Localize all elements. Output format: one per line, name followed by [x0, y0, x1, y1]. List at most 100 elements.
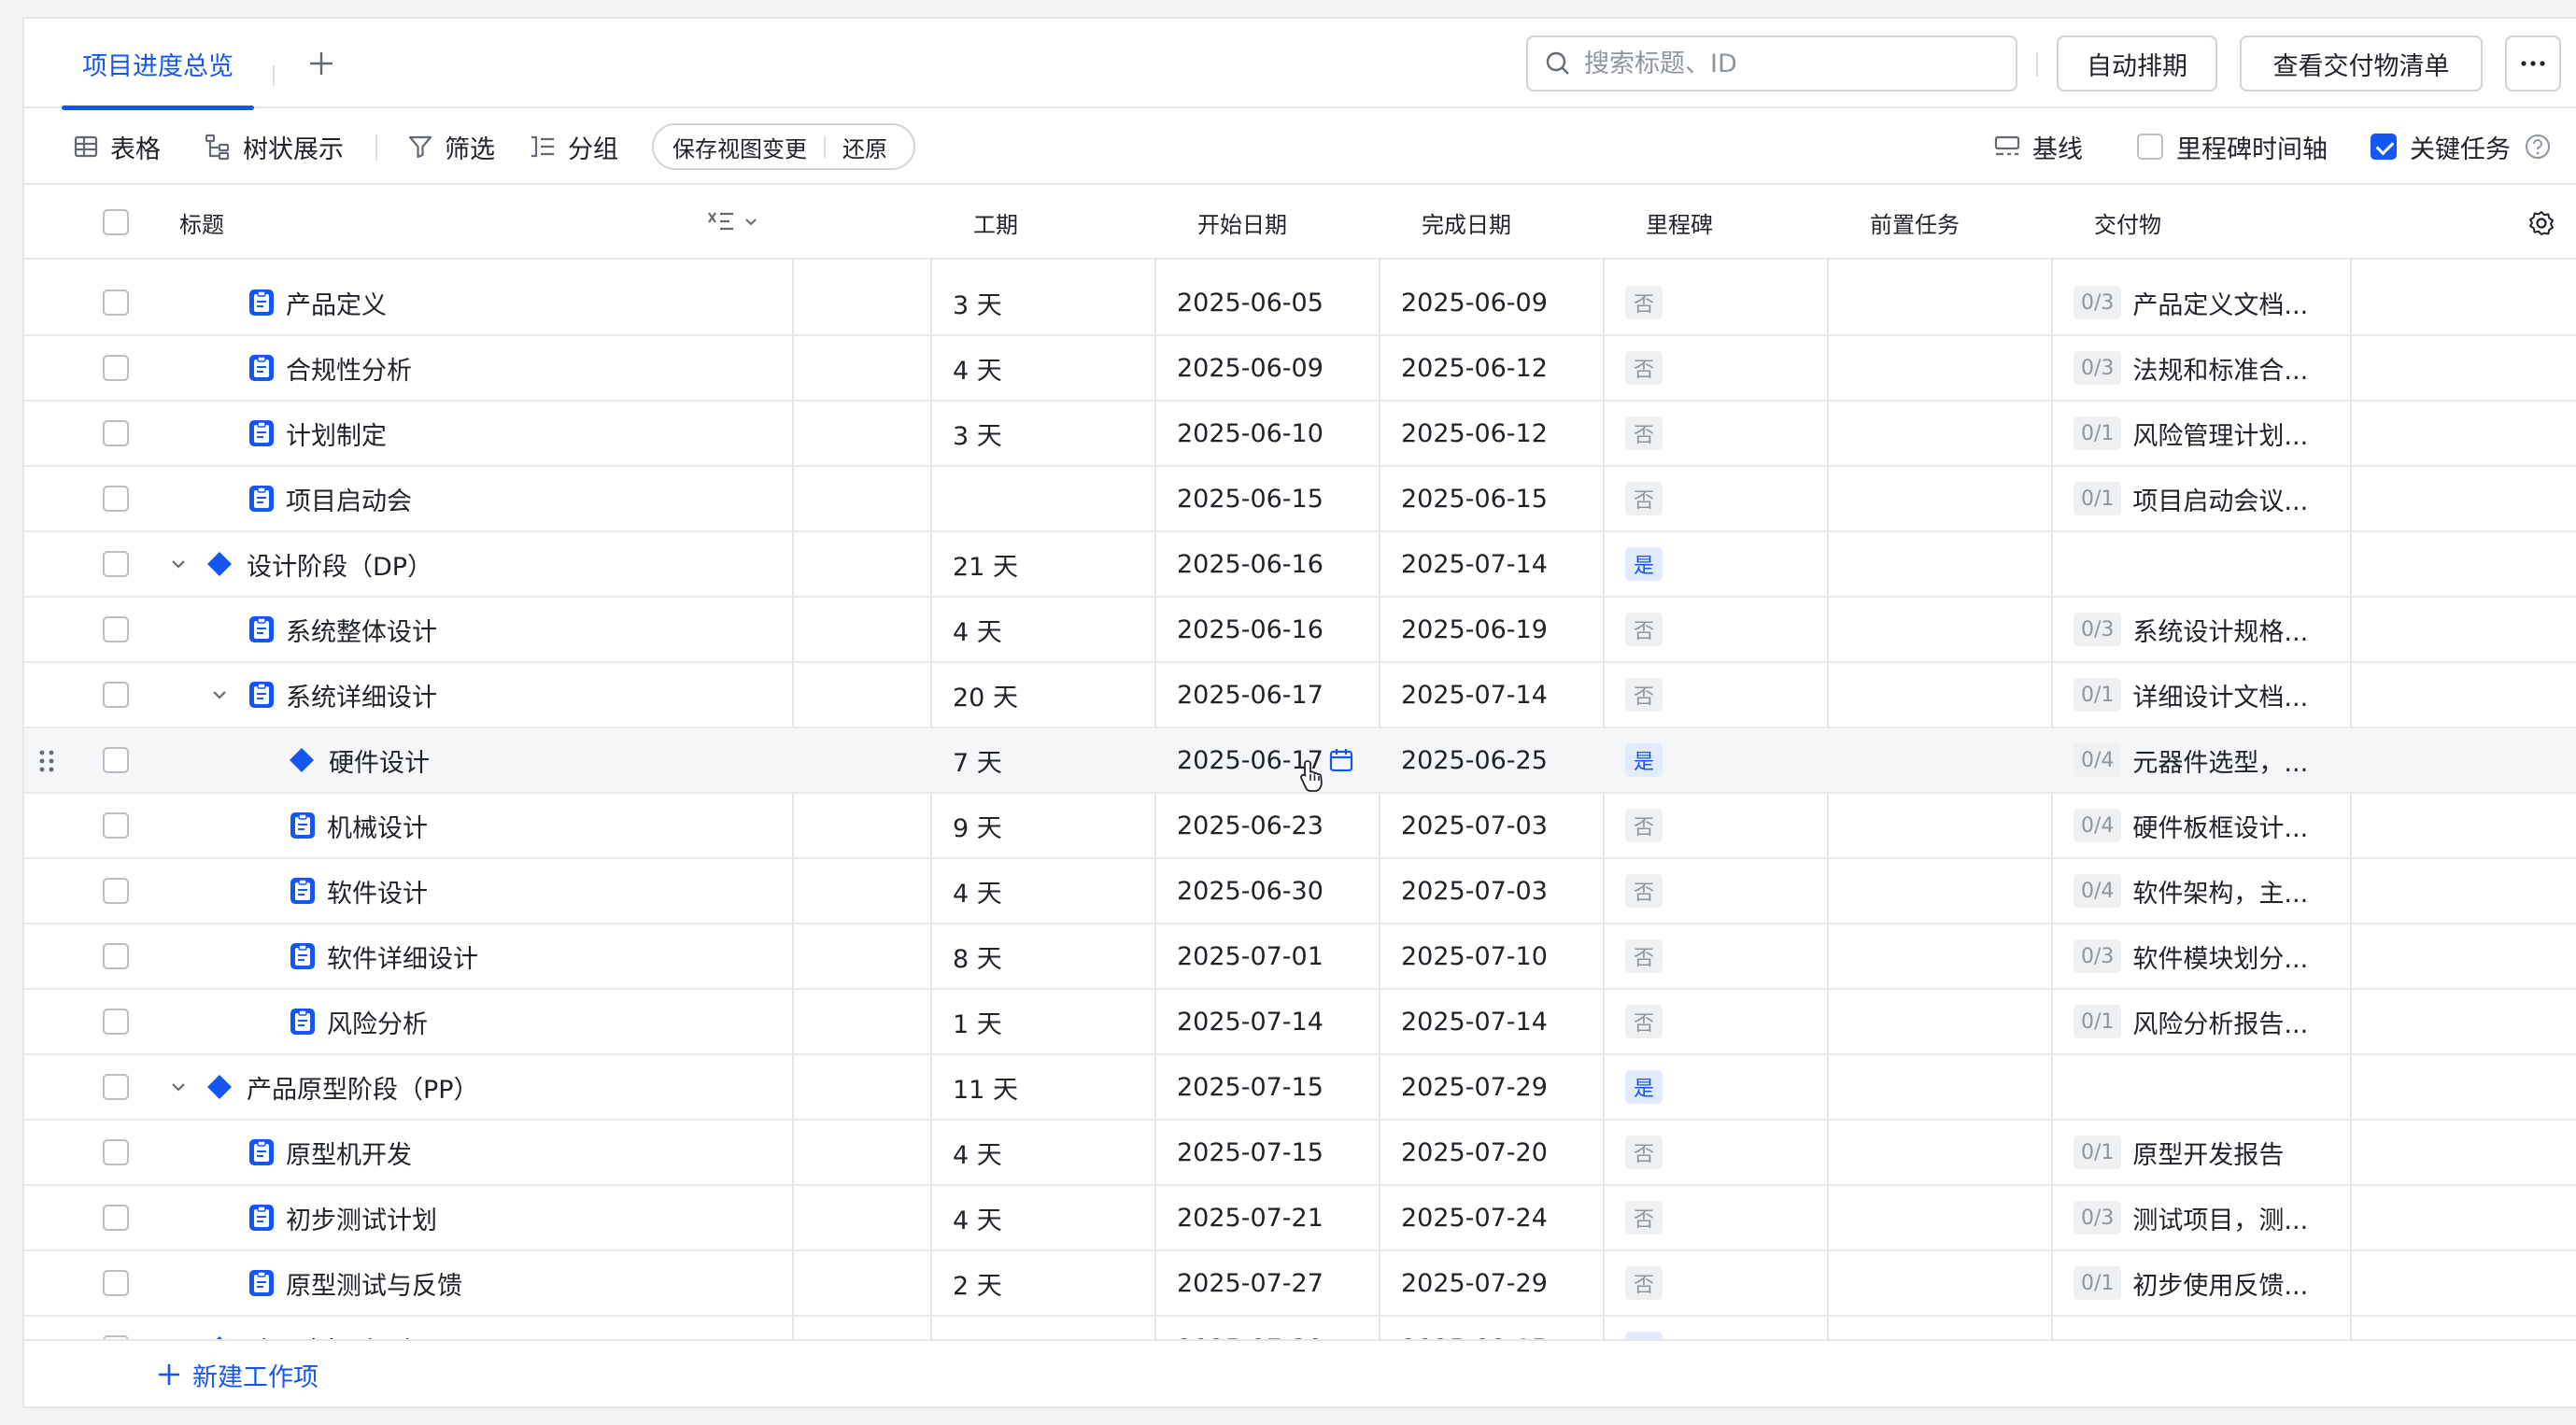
- restore-button[interactable]: 还原: [842, 131, 887, 163]
- task-title[interactable]: 合规性分析: [286, 350, 412, 387]
- task-title[interactable]: 系统整体设计: [286, 612, 437, 648]
- end-date-cell[interactable]: 2025-06-09: [1401, 271, 1597, 334]
- deliverable-cell[interactable]: 0/1 详细设计文档...: [2074, 663, 2344, 727]
- deliverable-cell[interactable]: 0/3 系统设计规格...: [2074, 598, 2344, 661]
- duration-cell[interactable]: 4 天: [953, 859, 1139, 923]
- table-row[interactable]: 合规性分析 4 天 2025-06-09 2025-06-12 否 0/3 法规和标准合..…: [24, 336, 2576, 402]
- start-date-cell[interactable]: 2025-06-17: [1177, 663, 1373, 727]
- end-date-cell[interactable]: 2025-06-12: [1401, 402, 1597, 465]
- end-date-cell[interactable]: 2025-06-12: [1401, 336, 1597, 400]
- row-checkbox[interactable]: [103, 878, 129, 904]
- task-title[interactable]: 产品原型阶段（PP）: [247, 1069, 479, 1106]
- deliverable-cell[interactable]: 0/4 软件架构，主...: [2074, 859, 2344, 923]
- start-date-value[interactable]: 2025-06-16: [1177, 615, 1323, 644]
- end-date-cell[interactable]: 2025-07-29: [1401, 1251, 1597, 1315]
- start-date-value[interactable]: 2025-06-05: [1177, 289, 1323, 317]
- row-checkbox[interactable]: [103, 1270, 129, 1296]
- group-button[interactable]: 分组: [529, 108, 618, 185]
- deliverable-name[interactable]: 初步使用反馈...: [2132, 1265, 2308, 1302]
- tab-project-overview[interactable]: 项目进度总览: [62, 19, 254, 110]
- start-date-cell[interactable]: 2025-06-16: [1177, 598, 1373, 661]
- deliverable-name[interactable]: 详细设计文档...: [2132, 677, 2308, 713]
- column-start-date[interactable]: 开始日期: [1177, 185, 1287, 260]
- search-input[interactable]: [1584, 49, 1995, 78]
- expand-toggle[interactable]: [205, 681, 234, 709]
- end-date-cell[interactable]: 2025-07-14: [1401, 990, 1597, 1053]
- add-tab-button[interactable]: [303, 45, 340, 82]
- deliverable-cell[interactable]: 0/1 项目启动会议...: [2074, 467, 2344, 530]
- start-date-cell[interactable]: 2025-06-16: [1177, 532, 1373, 596]
- deliverable-name[interactable]: 系统设计规格...: [2132, 612, 2308, 648]
- sort-button[interactable]: [706, 207, 758, 235]
- start-date-cell[interactable]: 2025-07-15: [1177, 1121, 1373, 1184]
- column-end-date[interactable]: 完成日期: [1401, 185, 1511, 260]
- duration-cell[interactable]: 4 天: [953, 598, 1139, 661]
- row-checkbox[interactable]: [103, 1074, 129, 1100]
- start-date-value[interactable]: 2025-07-15: [1177, 1073, 1323, 1102]
- duration-cell[interactable]: 21 天: [953, 532, 1139, 596]
- row-checkbox[interactable]: [103, 355, 129, 381]
- view-deliverables-button[interactable]: 查看交付物清单: [2240, 35, 2483, 92]
- milestone-cell[interactable]: 否: [1625, 1186, 1812, 1249]
- predecessor-cell[interactable]: [1849, 271, 2036, 334]
- end-date-cell[interactable]: 2025-07-14: [1401, 532, 1597, 596]
- milestone-cell[interactable]: 否: [1625, 1251, 1812, 1315]
- task-title[interactable]: 产品定义: [286, 285, 387, 321]
- deliverable-cell[interactable]: 0/4 硬件板框设计...: [2074, 794, 2344, 857]
- deliverable-name[interactable]: 硬件板框设计...: [2132, 808, 2308, 844]
- task-title[interactable]: 原型测试与反馈: [286, 1265, 462, 1302]
- auto-schedule-button[interactable]: 自动排期: [2057, 35, 2217, 92]
- duration-cell[interactable]: 20 天: [953, 663, 1139, 727]
- save-view-button[interactable]: 保存视图变更: [672, 131, 807, 163]
- milestone-cell[interactable]: 否: [1625, 271, 1812, 334]
- table-row[interactable]: 风险分析 1 天 2025-07-14 2025-07-14 否 0/1 风险分析报告...: [24, 990, 2576, 1055]
- milestone-cell[interactable]: 是: [1625, 728, 1812, 792]
- duration-cell[interactable]: 4 天: [953, 1186, 1139, 1249]
- deliverable-cell[interactable]: 0/1 风险分析报告...: [2074, 990, 2344, 1053]
- start-date-cell[interactable]: 2025-07-15: [1177, 1055, 1373, 1119]
- table-row[interactable]: 系统详细设计 20 天 2025-06-17 2025-07-14 否 0/1 详细设计文档…: [24, 663, 2576, 728]
- milestone-cell[interactable]: 是: [1625, 1055, 1812, 1119]
- expand-toggle[interactable]: [164, 550, 192, 578]
- critical-task-checkbox[interactable]: [2371, 134, 2397, 160]
- start-date-cell[interactable]: 2025-06-17: [1177, 728, 1373, 792]
- row-checkbox[interactable]: [103, 1009, 129, 1035]
- table-row[interactable]: 初步测试计划 4 天 2025-07-21 2025-07-24 否 0/3 测试项目，测.…: [24, 1186, 2576, 1251]
- duration-cell[interactable]: 4 天: [953, 1121, 1139, 1184]
- new-work-item-button[interactable]: 新建工作项: [157, 1341, 318, 1408]
- start-date-value[interactable]: 2025-06-30: [1177, 877, 1323, 906]
- start-date-cell[interactable]: 2025-07-14: [1177, 990, 1373, 1053]
- start-date-value[interactable]: 2025-06-23: [1177, 811, 1323, 840]
- row-checkbox[interactable]: [103, 943, 129, 969]
- row-checkbox[interactable]: [103, 616, 129, 642]
- task-title[interactable]: 机械设计: [327, 808, 428, 844]
- search-box[interactable]: [1526, 35, 2017, 92]
- start-date-cell[interactable]: 2025-06-09: [1177, 336, 1373, 400]
- table-row[interactable]: 项目启动会 2025-06-15 2025-06-15 否 0/1 项目启动会议...: [24, 467, 2576, 532]
- start-date-cell[interactable]: 2025-06-15: [1177, 467, 1373, 530]
- start-date-value[interactable]: 2025-06-16: [1177, 550, 1323, 579]
- duration-cell[interactable]: 9 天: [953, 794, 1139, 857]
- table-row[interactable]: 产品原型阶段（PP） 11 天 2025-07-15 2025-07-29 是: [24, 1055, 2576, 1121]
- predecessor-cell[interactable]: [1849, 859, 2036, 923]
- calendar-icon[interactable]: [1328, 747, 1354, 773]
- predecessor-cell[interactable]: [1849, 794, 2036, 857]
- milestone-cell[interactable]: 否: [1625, 402, 1812, 465]
- table-row[interactable]: 软件详细设计 8 天 2025-07-01 2025-07-10 否 0/3 软件模块划分.…: [24, 924, 2576, 990]
- start-date-cell[interactable]: 2025-07-01: [1177, 924, 1373, 988]
- table-row[interactable]: 产品定义 3 天 2025-06-05 2025-06-09 否 0/3 产品定义文档...: [24, 271, 2576, 336]
- start-date-cell[interactable]: 2025-07-21: [1177, 1186, 1373, 1249]
- table-row[interactable]: 系统整体设计 4 天 2025-06-16 2025-06-19 否 0/3 系统设计规格.…: [24, 598, 2576, 663]
- start-date-value[interactable]: 2025-07-27: [1177, 1269, 1323, 1298]
- milestone-cell[interactable]: 否: [1625, 924, 1812, 988]
- duration-cell[interactable]: [953, 467, 1139, 530]
- start-date-cell[interactable]: 2025-07-27: [1177, 1251, 1373, 1315]
- end-date-cell[interactable]: 2025-07-03: [1401, 859, 1597, 923]
- row-checkbox[interactable]: [103, 420, 129, 446]
- row-checkbox[interactable]: [103, 747, 129, 773]
- predecessor-cell[interactable]: [1849, 1251, 2036, 1315]
- start-date-value[interactable]: 2025-07-15: [1177, 1138, 1323, 1167]
- task-title[interactable]: 硬件设计: [329, 742, 430, 779]
- milestone-cell[interactable]: 否: [1625, 336, 1812, 400]
- end-date-cell[interactable]: 2025-06-19: [1401, 598, 1597, 661]
